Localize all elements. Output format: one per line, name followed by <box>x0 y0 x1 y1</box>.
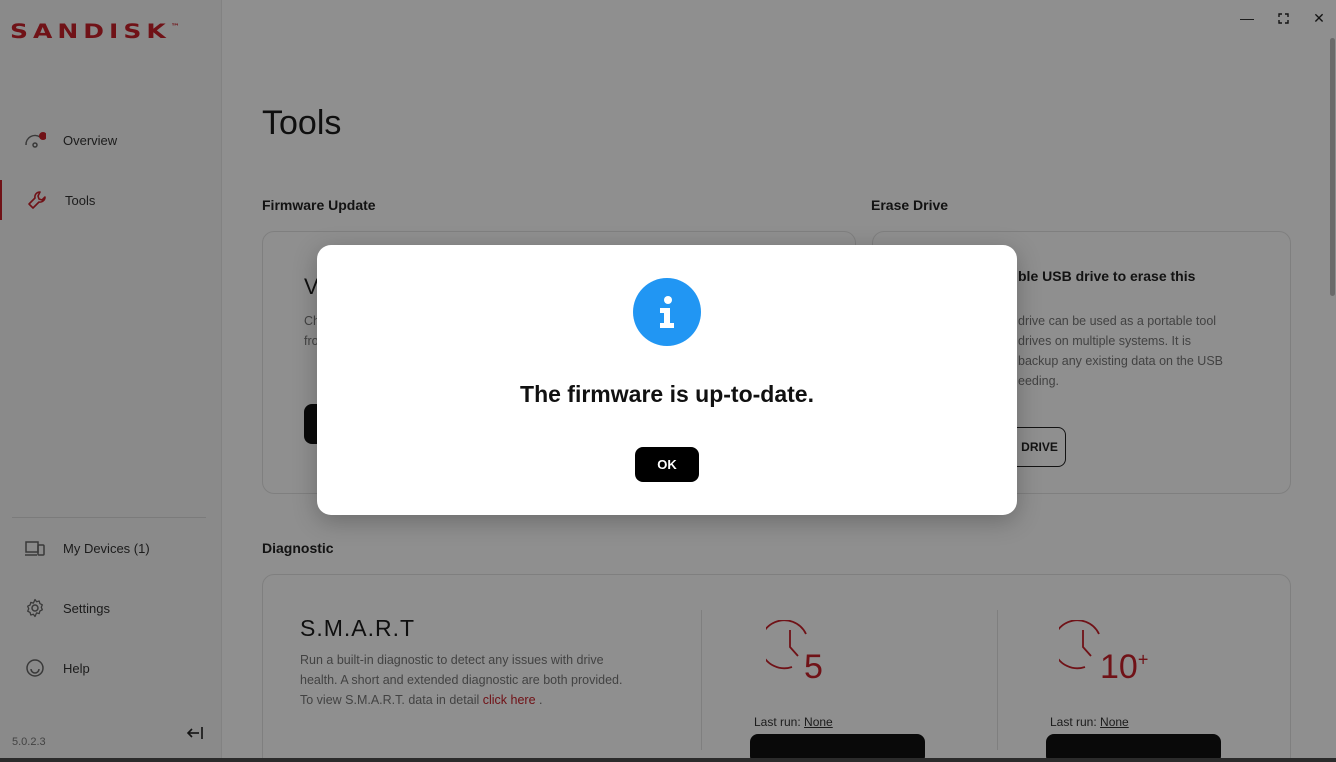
dialog-message: The firmware is up-to-date. <box>520 381 814 407</box>
ok-button[interactable]: OK <box>635 447 699 482</box>
taskbar-edge <box>0 758 1336 762</box>
info-icon <box>633 278 701 346</box>
firmware-status-dialog: The firmware is up-to-date. OK <box>317 245 1017 515</box>
